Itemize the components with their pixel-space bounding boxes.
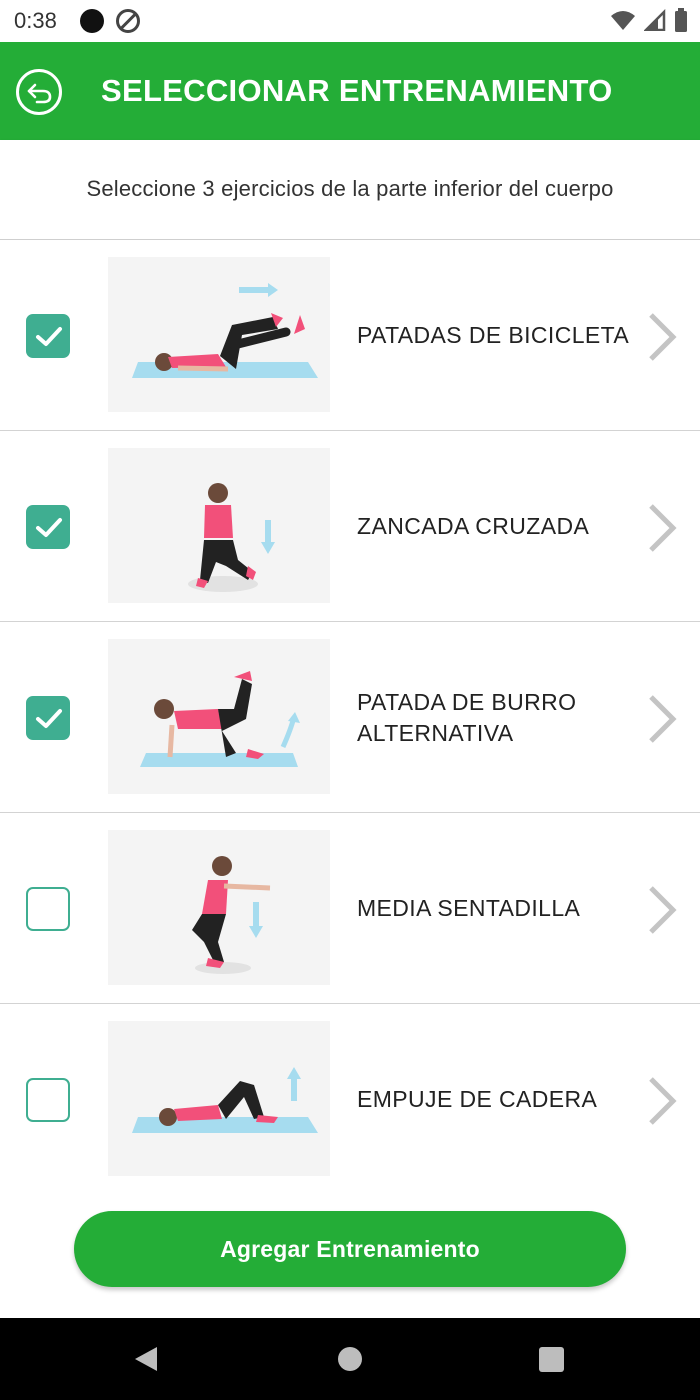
chevron-right-icon[interactable]: [646, 312, 678, 362]
exercise-name: PATADAS DE BICICLETA: [357, 322, 630, 348]
exercise-row[interactable]: MEDIA SENTADILLA: [0, 813, 700, 1004]
status-icons: [610, 8, 688, 32]
exercise-name: MEDIA SENTADILLA: [357, 895, 581, 921]
donkey-kick-illustration: [140, 671, 300, 767]
exercise-checkbox[interactable]: [26, 1078, 70, 1122]
back-arrow-icon: [27, 83, 52, 104]
exercise-row[interactable]: EMPUJE DE CADERA: [0, 1004, 700, 1195]
status-time: 0:38: [14, 8, 57, 33]
status-bar: 0:38: [0, 0, 700, 42]
back-button[interactable]: [16, 69, 62, 115]
exercise-checkbox[interactable]: [26, 314, 70, 358]
checkmark-icon: [36, 709, 62, 728]
chevron-right-icon[interactable]: [646, 694, 678, 744]
notification-dot-icon: [80, 9, 104, 33]
exercise-row[interactable]: PATADAS DE BICICLETA: [0, 240, 700, 431]
wifi-icon: [611, 11, 635, 30]
exercise-thumbnail: [108, 830, 330, 985]
add-workout-button[interactable]: Agregar Entrenamiento: [74, 1211, 626, 1287]
exercise-checkbox[interactable]: [26, 696, 70, 740]
exercise-row[interactable]: ZANCADA CRUZADA: [0, 431, 700, 622]
nav-recents-icon[interactable]: [539, 1347, 564, 1372]
signal-icon: [644, 9, 666, 31]
chevron-right-icon[interactable]: [646, 1076, 678, 1126]
checkmark-icon: [36, 327, 62, 346]
exercise-name: EMPUJE DE CADERA: [357, 1086, 598, 1112]
half-squat-illustration: [192, 856, 271, 974]
exercise-checkbox[interactable]: [26, 505, 70, 549]
exercise-thumbnail: [108, 448, 330, 603]
exercise-thumbnail: [108, 1021, 330, 1176]
exercise-thumbnail: [108, 639, 330, 794]
nav-home-icon[interactable]: [338, 1347, 362, 1371]
chevron-right-icon[interactable]: [646, 503, 678, 553]
exercise-checkbox[interactable]: [26, 887, 70, 931]
crossover-lunge-illustration: [188, 483, 275, 592]
chevron-right-icon[interactable]: [646, 885, 678, 935]
battery-icon: [675, 8, 687, 32]
exercise-name: ZANCADA CRUZADA: [357, 513, 590, 539]
app-bar: SELECCIONAR ENTRENAMIENTO: [0, 42, 700, 140]
exercise-row[interactable]: PATADA DE BURRO ALTERNATIVA: [0, 622, 700, 813]
bicycle-kicks-illustration: [132, 283, 318, 378]
data-saver-icon: [116, 9, 140, 33]
hip-thrust-illustration: [132, 1067, 318, 1133]
instruction-text: Seleccione 3 ejercicios de la parte infe…: [86, 176, 614, 201]
nav-back-icon[interactable]: [133, 1345, 159, 1373]
exercise-thumbnail: [108, 257, 330, 412]
checkmark-icon: [36, 518, 62, 537]
page-title: SELECCIONAR ENTRENAMIENTO: [101, 73, 613, 108]
instruction-box: Seleccione 3 ejercicios de la parte infe…: [0, 140, 700, 240]
exercise-name: PATADA DE BURRO ALTERNATIVA: [357, 688, 577, 746]
system-nav-bar: [0, 1318, 700, 1400]
